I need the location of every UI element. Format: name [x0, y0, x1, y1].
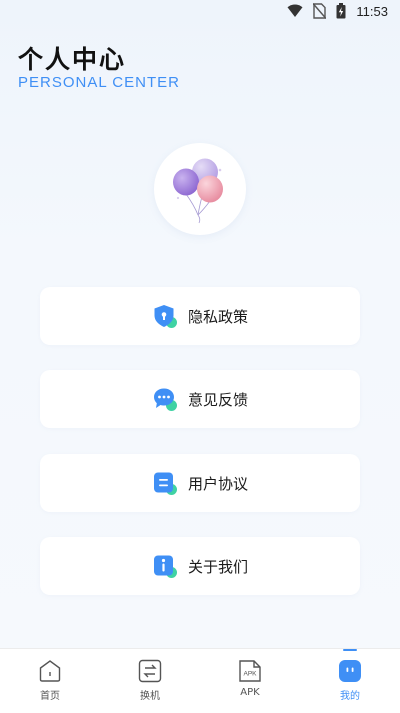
menu-item-privacy-policy[interactable]: 隐私政策 [40, 287, 360, 345]
battery-charging-icon [336, 3, 346, 19]
status-bar: 11:53 [0, 0, 400, 24]
home-icon [39, 660, 61, 682]
user-agreement-icon [153, 472, 177, 495]
nav-item-transfer[interactable]: 换机 [100, 649, 200, 713]
menu-item-label: 用户协议 [187, 474, 248, 493]
active-indicator [343, 649, 357, 651]
page-subtitle: PERSONAL CENTER [18, 74, 180, 91]
avatar[interactable] [154, 143, 246, 235]
menu-item-label: 关于我们 [187, 557, 248, 576]
privacy-shield-icon [154, 305, 177, 328]
profile-icon [339, 660, 361, 682]
feedback-chat-icon [153, 388, 177, 411]
nav-label: 我的 [340, 691, 360, 702]
nav-label: 换机 [140, 691, 160, 702]
page-title: 个人中心 [18, 45, 127, 74]
nav-item-home[interactable]: 首页 [0, 649, 100, 713]
transfer-icon [138, 659, 162, 683]
no-sim-icon [313, 3, 327, 19]
nav-label: APK [240, 687, 260, 698]
svg-text:APK: APK [243, 671, 257, 678]
balloons-icon [173, 158, 223, 224]
menu-item-label: 隐私政策 [187, 307, 248, 326]
apk-file-icon: APK [239, 660, 261, 682]
menu-item-user-agreement[interactable]: 用户协议 [40, 454, 360, 512]
menu-item-feedback[interactable]: 意见反馈 [40, 370, 360, 428]
menu-item-about-us[interactable]: 关于我们 [40, 537, 360, 595]
nav-label: 首页 [40, 691, 60, 702]
info-icon [153, 555, 177, 578]
wifi-icon [287, 4, 303, 17]
clock: 11:53 [356, 3, 388, 19]
bottom-nav: 首页 换机 APK APK 我的 [0, 648, 400, 713]
menu-item-label: 意见反馈 [187, 390, 248, 409]
nav-item-mine[interactable]: 我的 [300, 649, 400, 713]
nav-item-apk[interactable]: APK APK [200, 649, 300, 713]
